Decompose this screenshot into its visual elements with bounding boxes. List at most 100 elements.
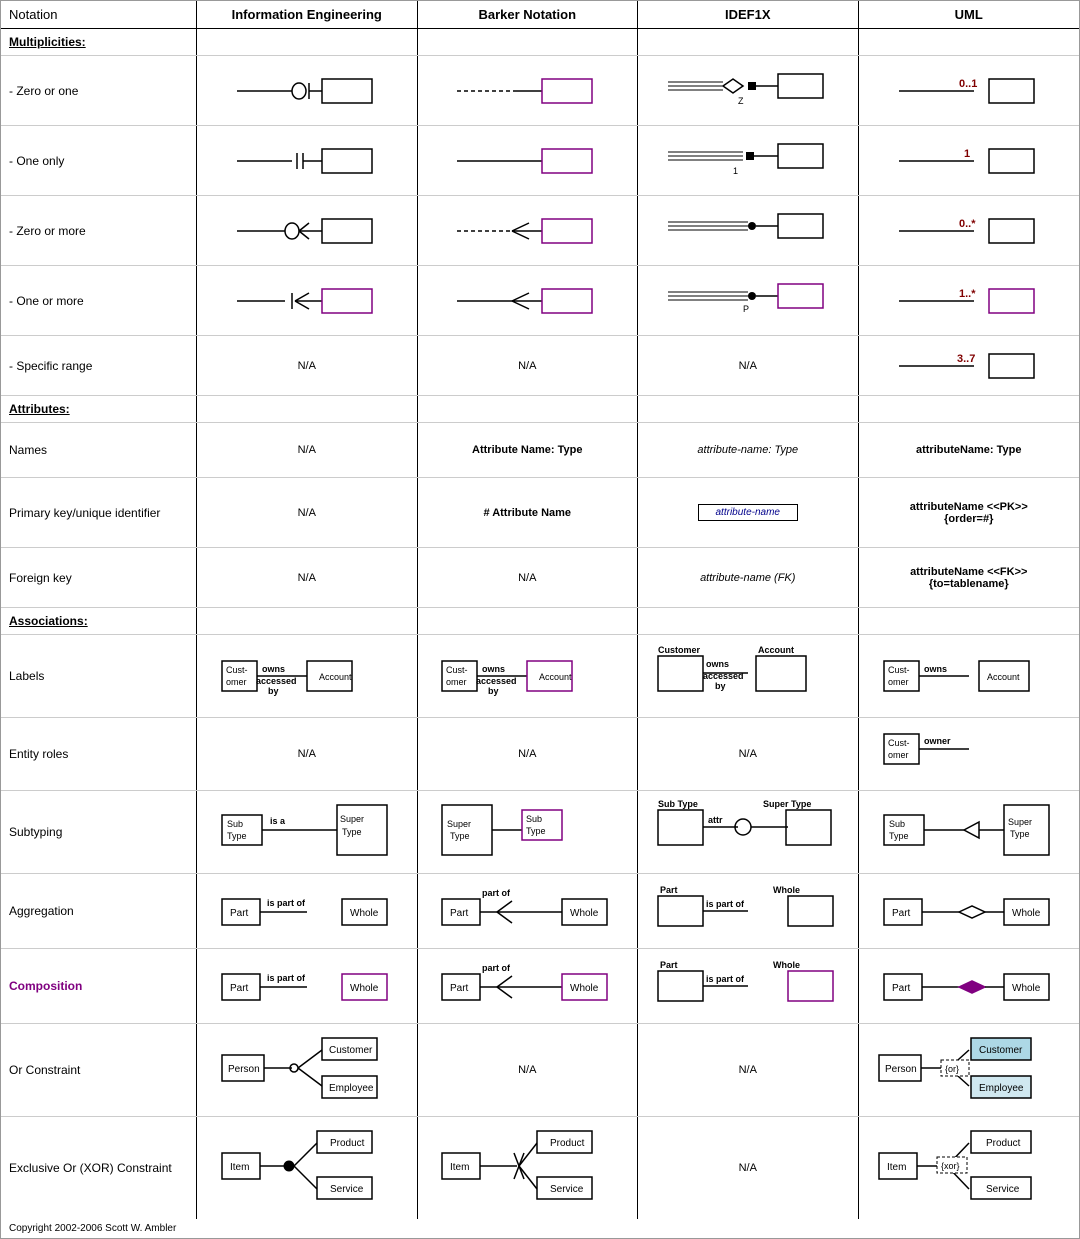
multiplicities-label: Multiplicities: — [1, 29, 197, 55]
svg-text:Whole: Whole — [1012, 908, 1041, 919]
svg-text:Cust-: Cust- — [888, 665, 910, 675]
one-or-more-label: - One or more — [1, 266, 197, 335]
svg-text:omer: omer — [446, 677, 467, 687]
uml-zero-or-more-diagram: 0..* — [899, 211, 1039, 251]
idef1x-labels: Customer owns accessed by Account — [638, 635, 859, 717]
header-uml: UML — [859, 1, 1080, 28]
uml-zero-or-one-diagram: 0..1 — [899, 71, 1039, 111]
svg-text:Whole: Whole — [350, 908, 379, 919]
zero-or-more-row: - Zero or more — [1, 196, 1079, 266]
idef1x-labels-diagram: Customer owns accessed by Account — [658, 641, 838, 711]
entity-roles-label: Entity roles — [1, 718, 197, 790]
uml-one-or-more-diagram: 1..* — [899, 281, 1039, 321]
associations-header-row: Associations: — [1, 608, 1079, 635]
composition-label: Composition — [1, 949, 197, 1023]
svg-text:Customer: Customer — [658, 645, 701, 655]
svg-text:Cust-: Cust- — [888, 738, 910, 748]
barker-foreign-key: N/A — [418, 548, 639, 607]
svg-text:1: 1 — [964, 148, 970, 160]
uml-or-constraint-diagram: Person {or} Customer Employee — [879, 1030, 1059, 1110]
svg-text:Super: Super — [447, 819, 471, 829]
page: Notation Information Engineering Barker … — [0, 0, 1080, 1239]
idef1x-aggregation: Part is part of Whole — [638, 874, 859, 948]
barker-or-constraint: N/A — [418, 1024, 639, 1116]
associations-label: Associations: — [1, 608, 197, 634]
svg-text:Sub: Sub — [227, 819, 243, 829]
or-constraint-row: Or Constraint Person Customer Employee N… — [1, 1024, 1079, 1117]
svg-text:Item: Item — [450, 1162, 469, 1173]
ie-composition-diagram: Part is part of Whole — [222, 959, 392, 1014]
idef1x-one-only: 1 — [638, 126, 859, 195]
ie-subtyping-diagram: Sub Type is a Super Type — [222, 800, 392, 865]
one-only-row: - One only 1 — [1, 126, 1079, 196]
ie-xor-constraint: Item Product Service — [197, 1117, 418, 1219]
barker-aggregation-diagram: Part part of Whole — [442, 881, 612, 941]
uml-zero-or-more: 0..* — [859, 196, 1080, 265]
barker-xor-constraint-diagram: Item Product Service — [442, 1123, 612, 1213]
ie-zero-or-one-diagram — [237, 71, 377, 111]
ie-subtyping: Sub Type is a Super Type — [197, 791, 418, 873]
attributes-header-row: Attributes: — [1, 396, 1079, 423]
svg-text:owns: owns — [706, 659, 729, 669]
barker-specific-range: N/A — [418, 336, 639, 395]
barker-subtyping-diagram: Super Type Sub Type — [442, 800, 612, 865]
idef1x-xor-constraint: N/A — [638, 1117, 859, 1219]
idef1x-subtyping-diagram: Sub Type attr Super Type — [658, 797, 838, 867]
svg-text:Part: Part — [230, 983, 249, 994]
svg-text:Product: Product — [330, 1138, 365, 1149]
svg-text:Item: Item — [887, 1162, 906, 1173]
ie-entity-roles: N/A — [197, 718, 418, 790]
barker-entity-roles: N/A — [418, 718, 639, 790]
ie-labels: Cust- omer owns accessed by Account — [197, 635, 418, 717]
ie-xor-constraint-diagram: Item Product Service — [222, 1123, 392, 1213]
svg-text:accessed: accessed — [476, 676, 517, 686]
svg-text:is part of: is part of — [267, 973, 306, 983]
barker-labels: Cust- omer owns accessed by Account — [418, 635, 639, 717]
ie-or-constraint: Person Customer Employee — [197, 1024, 418, 1116]
uml-or-constraint: Person {or} Customer Employee — [859, 1024, 1080, 1116]
svg-text:Super: Super — [1008, 817, 1032, 827]
ie-zero-or-one — [197, 56, 418, 125]
header-notation: Notation — [1, 1, 197, 28]
primary-key-label: Primary key/unique identifier — [1, 478, 197, 547]
svg-text:1: 1 — [733, 166, 738, 176]
svg-text:Whole: Whole — [773, 885, 800, 895]
svg-text:Service: Service — [550, 1184, 584, 1195]
svg-text:Whole: Whole — [1012, 983, 1041, 994]
svg-text:Part: Part — [230, 908, 249, 919]
header-ie: Information Engineering — [197, 1, 418, 28]
uml-one-or-more: 1..* — [859, 266, 1080, 335]
uml-one-only: 1 — [859, 126, 1080, 195]
svg-text:is part of: is part of — [267, 898, 306, 908]
svg-text:Employee: Employee — [329, 1083, 374, 1094]
ie-aggregation-diagram: Part is part of Whole — [222, 884, 392, 939]
uml-aggregation: Part Whole — [859, 874, 1080, 948]
svg-text:Type: Type — [227, 831, 247, 841]
idef1x-aggregation-diagram: Part is part of Whole — [658, 881, 838, 941]
uml-specific-range: 3..7 — [859, 336, 1080, 395]
svg-text:accessed: accessed — [256, 676, 297, 686]
ie-one-or-more-diagram — [237, 281, 377, 321]
uml-aggregation-diagram: Part Whole — [884, 884, 1054, 939]
barker-one-only-diagram — [457, 141, 597, 181]
zero-or-more-label: - Zero or more — [1, 196, 197, 265]
idef1x-subtyping: Sub Type attr Super Type — [638, 791, 859, 873]
ie-labels-diagram: Cust- omer owns accessed by Account — [222, 646, 392, 706]
ie-foreign-key: N/A — [197, 548, 418, 607]
uml-composition-diagram: Part Whole — [884, 959, 1054, 1014]
header-row: Notation Information Engineering Barker … — [1, 1, 1079, 29]
idef1x-one-or-more-diagram: P — [668, 276, 828, 326]
ie-zero-or-more — [197, 196, 418, 265]
svg-text:Sub: Sub — [889, 819, 905, 829]
uml-specific-range-diagram: 3..7 — [899, 346, 1039, 386]
uml-xor-constraint-diagram: Item {xor} Product Service — [879, 1123, 1059, 1213]
uml-subtyping-diagram: Sub Type Super Type — [884, 800, 1054, 865]
svg-text:0..*: 0..* — [959, 218, 976, 230]
composition-row: Composition Part is part of Whole Part p… — [1, 949, 1079, 1024]
barker-primary-key: # Attribute Name — [418, 478, 639, 547]
barker-xor-constraint: Item Product Service — [418, 1117, 639, 1219]
svg-text:owner: owner — [924, 736, 951, 746]
ie-or-constraint-diagram: Person Customer Employee — [222, 1030, 392, 1110]
idef1x-zero-or-one: Z — [638, 56, 859, 125]
uml-subtyping: Sub Type Super Type — [859, 791, 1080, 873]
